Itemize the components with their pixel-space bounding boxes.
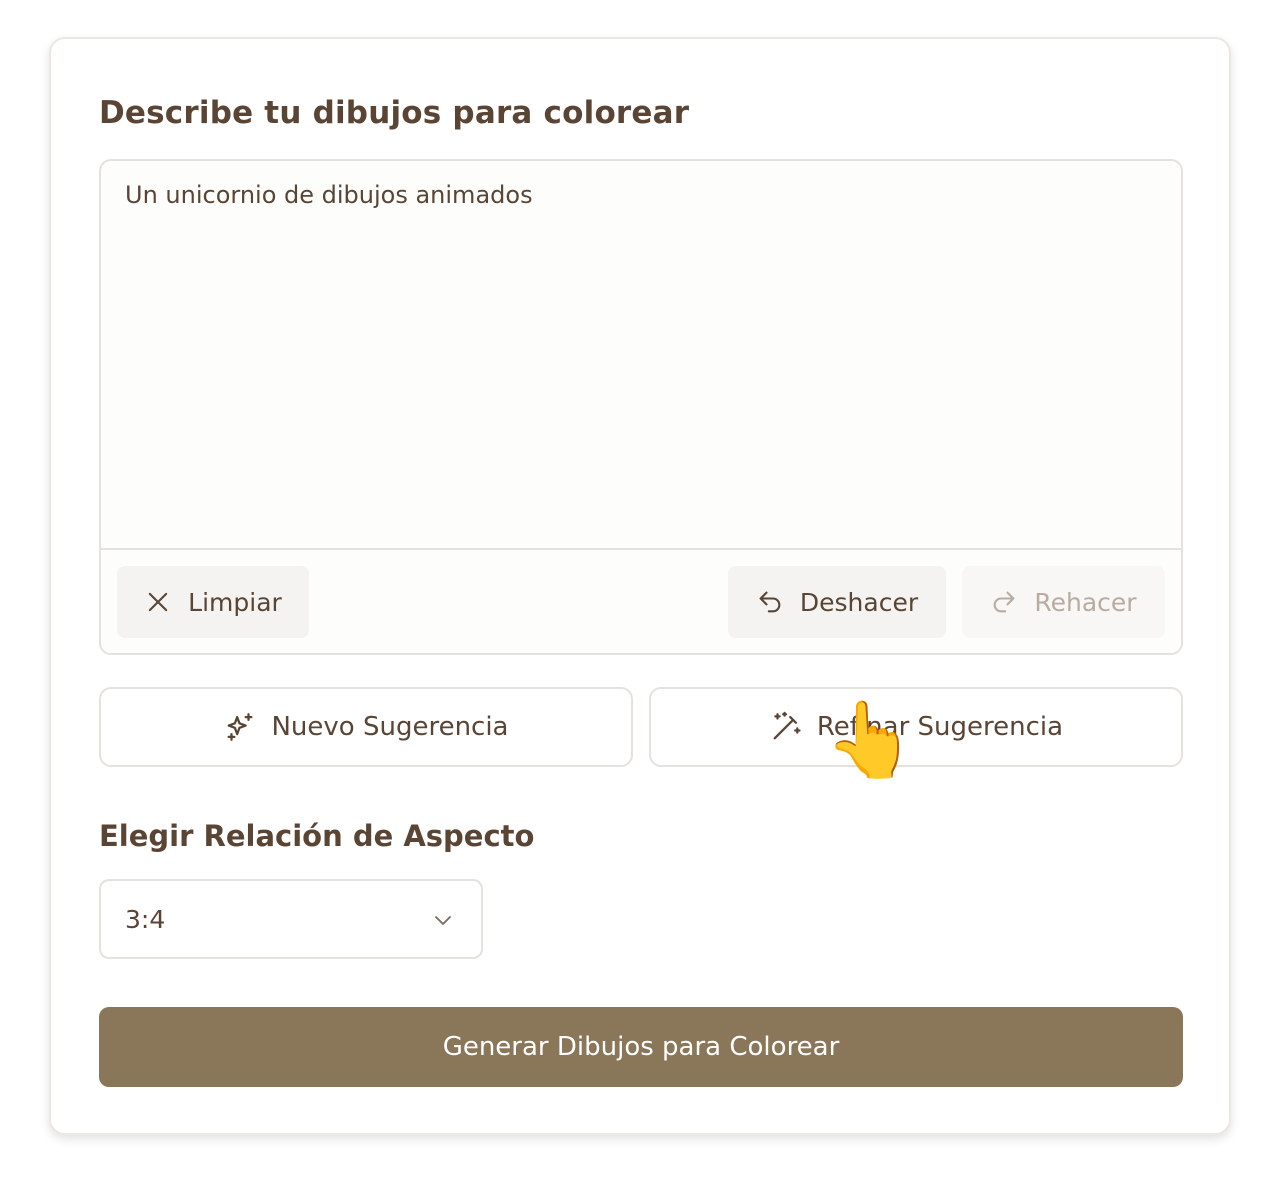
- aspect-ratio-value: 3:4: [125, 904, 166, 934]
- aspect-ratio-label: Elegir Relación de Aspecto: [99, 819, 535, 853]
- clear-button[interactable]: Limpiar: [117, 566, 309, 638]
- aspect-ratio-select[interactable]: 3:4: [99, 879, 483, 959]
- page-title: Describe tu dibujos para colorear: [99, 95, 690, 131]
- new-suggestion-button[interactable]: Nuevo Sugerencia: [99, 687, 633, 767]
- editor-toolbar: Limpiar Deshacer Rehacer: [101, 548, 1181, 653]
- undo-button[interactable]: Deshacer: [728, 566, 946, 638]
- sparkles-icon: [228, 713, 253, 741]
- undo-button-label: Deshacer: [799, 587, 919, 617]
- chevron-down-icon: [435, 916, 451, 925]
- new-suggestion-label: Nuevo Sugerencia: [271, 712, 509, 742]
- redo-button-label: Rehacer: [1034, 587, 1137, 617]
- close-icon: [148, 592, 168, 612]
- redo-icon: [994, 591, 1015, 613]
- redo-button[interactable]: Rehacer: [962, 566, 1165, 638]
- generate-button[interactable]: Generar Dibujos para Colorear: [99, 1007, 1183, 1087]
- prompt-card: Describe tu dibujos para colorear Un uni…: [49, 37, 1231, 1135]
- pointing-hand-icon: 👆: [824, 697, 917, 783]
- clear-button-label: Limpiar: [188, 587, 282, 617]
- prompt-editor: Un unicornio de dibujos animados Limpiar…: [99, 159, 1183, 655]
- prompt-textarea[interactable]: Un unicornio de dibujos animados: [125, 181, 533, 209]
- undo-icon: [759, 591, 781, 613]
- magic-wand-icon: [773, 711, 801, 740]
